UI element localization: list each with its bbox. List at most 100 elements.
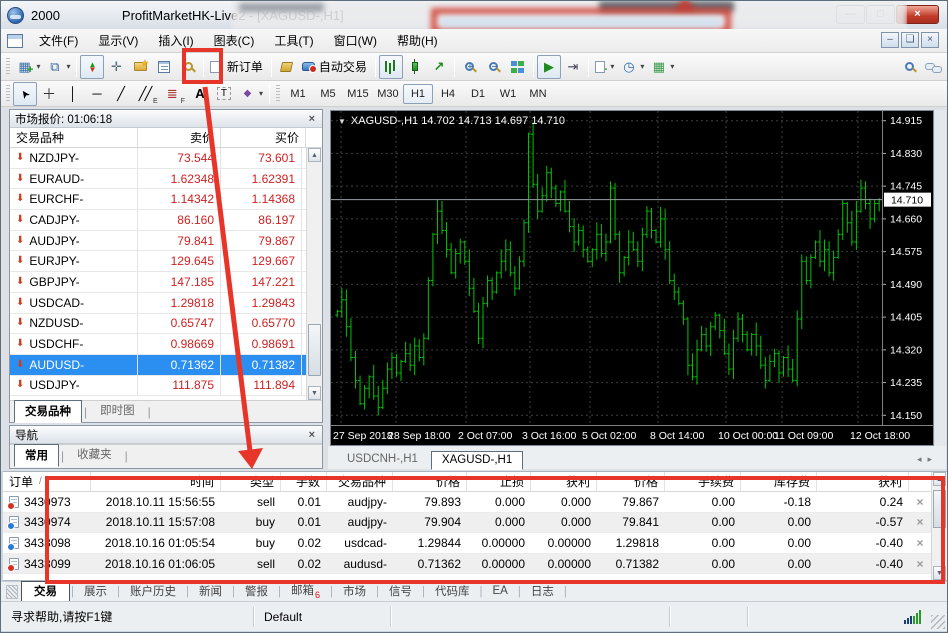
scroll-down-icon[interactable]: ▼ — [308, 386, 321, 400]
chart-line-button[interactable]: ↗ — [427, 55, 451, 79]
terminal-scrollbar[interactable]: ▲ ▼ — [931, 472, 947, 580]
market-watch-row[interactable]: ⬇ EURAUD- 1.62348 1.62391 — [10, 168, 322, 190]
orders-col-4[interactable]: 手数 — [281, 472, 327, 491]
orders-col-11[interactable]: 库存费 — [741, 472, 817, 491]
equidistant-channel-tool-button[interactable]: ╱╱ E — [133, 82, 161, 106]
strategy-tester-button[interactable] — [176, 55, 200, 79]
dropdown-arrow-icon[interactable]: ▾ — [66, 62, 70, 71]
market-watch-row[interactable]: ⬇ USDJPY- 111.875 111.894 — [10, 375, 322, 397]
terminal-tab-4[interactable]: 新闻 — [190, 582, 231, 601]
chart-tab-scroll-arrows[interactable]: ◂▸ — [917, 454, 938, 469]
chat-button[interactable] — [921, 55, 945, 79]
market-watch-button[interactable]: ▲ ▼ — [80, 54, 105, 79]
price-chart[interactable]: 14.915 14.830 14.745 14.660 14.575 14.490 14.4… — [331, 111, 933, 445]
orders-col-8[interactable]: 获利 — [531, 472, 597, 491]
orders-col-9[interactable]: 价格 — [597, 472, 665, 491]
chart-shift-button[interactable]: ⇥ — [561, 55, 585, 79]
data-window-button[interactable]: ✛ — [104, 55, 128, 79]
timeframe-h4-button[interactable]: H4 — [433, 84, 463, 104]
minimize-button[interactable]: — — [836, 5, 865, 24]
orders-col-5[interactable]: 交易品种 — [327, 472, 393, 491]
market-watch-scrollbar[interactable]: ▲ ▼ — [306, 148, 322, 400]
chart-document-icon[interactable] — [7, 33, 23, 48]
resize-grip[interactable] — [931, 615, 945, 629]
templates-button[interactable]: ▦ ▾ — [647, 55, 677, 79]
orders-col-10[interactable]: 手续费 — [665, 472, 741, 491]
timeframe-m5-button[interactable]: M5 — [313, 84, 343, 104]
order-row[interactable]: 3430973 2018.10.11 15:56:55 sell 0.01 audjpy… — [3, 492, 947, 513]
dock-grip-icon[interactable] — [6, 584, 18, 599]
indicators-button[interactable]: +▾ — [592, 55, 617, 79]
metaeditor-button[interactable] — [275, 55, 299, 79]
search-button[interactable] — [897, 55, 921, 79]
timeframe-d1-button[interactable]: D1 — [463, 84, 493, 104]
terminal-tab-3[interactable]: 账户历史 — [121, 582, 185, 601]
scroll-down-icon[interactable]: ▼ — [933, 566, 946, 580]
scrollbar-thumb[interactable] — [933, 490, 946, 528]
scroll-up-icon[interactable]: ▲ — [933, 472, 946, 486]
menu-item-3[interactable]: 插入(I) — [148, 29, 203, 52]
orders-col-7[interactable]: 止损 — [467, 472, 531, 491]
menu-item-2[interactable]: 显示(V) — [88, 29, 148, 52]
market-watch-tab-inactive[interactable]: 即时图 — [89, 399, 146, 422]
zoom-out-button[interactable]: − — [482, 55, 506, 79]
terminal-tab-9[interactable]: 代码库 — [426, 582, 479, 601]
menu-item-4[interactable]: 图表(C) — [204, 29, 265, 52]
navigator-tab-inactive[interactable]: 收藏夹 — [66, 443, 123, 466]
cursor-tool-button[interactable]: ➤ — [13, 81, 37, 106]
terminal-tab-2[interactable]: 展示 — [75, 582, 116, 601]
timeframe-h1-button[interactable]: H1 — [402, 83, 433, 104]
mdi-close-button[interactable]: × — [921, 32, 939, 48]
market-watch-row[interactable]: ⬇ NZDJPY- 73.544 73.601 — [10, 148, 322, 169]
terminal-tab-1[interactable]: 交易 — [21, 581, 70, 602]
market-watch-close-icon[interactable]: × — [307, 113, 317, 125]
orders-col-1[interactable]: 订单 / — [3, 472, 91, 491]
menu-item-5[interactable]: 工具(T) — [264, 29, 323, 52]
chart-window[interactable]: 14.915 14.830 14.745 14.660 14.575 14.490 14.4… — [330, 110, 934, 446]
close-button[interactable]: × — [896, 5, 939, 24]
menu-item-6[interactable]: 窗口(W) — [324, 29, 387, 52]
chart-candles-button[interactable] — [403, 55, 427, 79]
market-watch-col-1[interactable]: 交易品种 — [10, 128, 138, 147]
status-profile[interactable]: Default — [254, 606, 391, 627]
timeframe-w1-button[interactable]: W1 — [493, 84, 523, 104]
crosshair-tool-button[interactable]: ＋ — [37, 82, 61, 106]
fibonacci-tool-button[interactable]: ≣ F — [161, 82, 188, 106]
orders-col-12[interactable]: 获利 — [817, 472, 909, 491]
chart-tab-active[interactable]: XAGUSD-,H1 — [430, 451, 524, 470]
symbol-dropdown-icon[interactable]: ▼ — [338, 117, 346, 126]
horizontal-line-tool-button[interactable]: ─ — [85, 82, 109, 106]
arrows-tool-button[interactable]: ◆ ▾ — [236, 82, 266, 106]
navigator-button[interactable]: ★ — [128, 55, 152, 79]
menu-item-7[interactable]: 帮助(H) — [387, 29, 448, 52]
periods-button[interactable]: ◷ ▾ — [617, 55, 647, 79]
auto-scroll-button[interactable]: ▶ — [536, 54, 561, 79]
chart-bars-button[interactable] — [378, 54, 403, 79]
close-order-button[interactable]: × — [909, 513, 931, 533]
mdi-minimize-button[interactable]: – — [881, 32, 899, 48]
profiles-button[interactable]: ⧉ ▾ — [43, 55, 73, 79]
timeframe-m15-button[interactable]: M15 — [343, 84, 373, 104]
zoom-in-button[interactable]: + — [458, 55, 482, 79]
new-order-button[interactable]: +新订单 — [207, 55, 267, 79]
market-watch-row[interactable]: ⬇ NZDUSD- 0.65747 0.65770 — [10, 313, 322, 335]
dropdown-arrow-icon[interactable]: ▾ — [640, 62, 644, 71]
orders-col-3[interactable]: 类型 — [221, 472, 281, 491]
market-watch-row[interactable]: ⬇ USDCAD- 1.29818 1.29843 — [10, 292, 322, 314]
market-watch-row[interactable]: ⬇ CADJPY- 86.160 86.197 — [10, 210, 322, 231]
terminal-tab-8[interactable]: 信号 — [380, 582, 421, 601]
market-watch-tab-active[interactable]: 交易品种 — [14, 400, 82, 423]
close-order-button[interactable]: × — [909, 492, 931, 512]
terminal-tab-10[interactable]: EA — [484, 584, 517, 599]
timeframe-m1-button[interactable]: M1 — [283, 84, 313, 104]
timeframe-mn-button[interactable]: MN — [523, 84, 553, 104]
order-row[interactable]: 3430974 2018.10.11 15:57:08 buy 0.01 audjpy-… — [3, 512, 947, 534]
dropdown-arrow-icon[interactable]: ▾ — [670, 62, 674, 71]
timeframe-m30-button[interactable]: M30 — [373, 84, 403, 104]
order-row[interactable]: 3433099 2018.10.16 01:06:05 sell 0.02 audusd… — [3, 553, 947, 575]
market-watch-col-2[interactable]: 卖价 — [138, 128, 221, 147]
trendline-tool-button[interactable]: ╱ — [109, 82, 133, 106]
market-watch-row[interactable]: ⬇ AUDJPY- 79.841 79.867 — [10, 230, 322, 252]
orders-col-2[interactable]: 时间 — [91, 472, 221, 491]
market-watch-row[interactable]: ⬇ AUDUSD- 0.71362 0.71382 — [10, 354, 322, 376]
